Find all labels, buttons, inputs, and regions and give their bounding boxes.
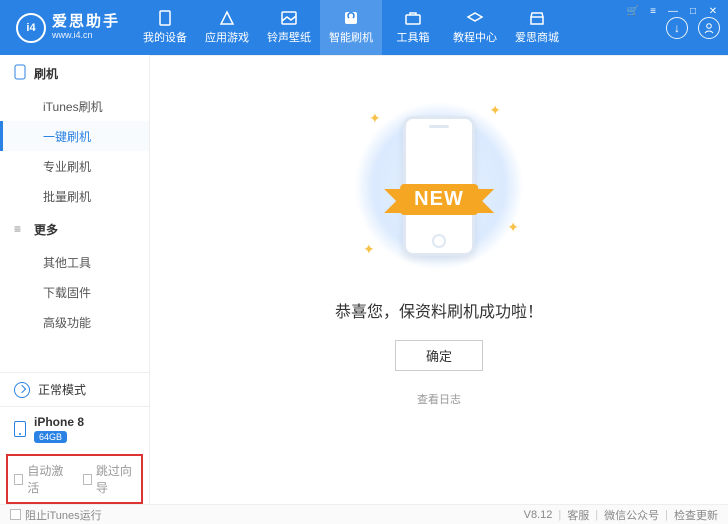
nav-label: 工具箱 [397,29,430,45]
store-icon [528,10,546,26]
sparkle-icon: ✦ [363,241,375,258]
menu-icon[interactable]: ≡ [646,4,660,18]
app-name-cn: 爱思助手 [52,14,120,31]
block-itunes-label: 阻止iTunes运行 [25,507,102,523]
nav-my-device[interactable]: 我的设备 [134,0,196,55]
phone-icon [156,10,174,26]
header-actions: ↓ [666,17,720,39]
cart-icon[interactable]: 🛒 [626,4,640,18]
logo-text: 爱思助手 www.i4.cn [52,14,120,40]
option-auto-activate[interactable]: 自动激活 [14,462,67,496]
sidebar-item-itunes[interactable]: iTunes刷机 [0,91,149,121]
top-nav: 我的设备 应用游戏 铃声壁纸 智能刷机 工具箱 教程中心 爱思商城 [134,0,568,55]
nav-smart-flash[interactable]: 智能刷机 [320,0,382,55]
window-controls: 🛒 ≡ — □ ✕ [626,4,720,18]
device-storage-badge: 64GB [34,431,67,443]
mode-label: 正常模式 [38,381,86,398]
support-link[interactable]: 客服 [567,507,589,523]
device-text: iPhone 8 64GB [34,415,84,443]
sidebar-item-oneclick[interactable]: 一键刷机 [0,121,149,151]
ok-button[interactable]: 确定 [395,340,483,371]
refresh-icon [14,382,30,398]
sidebar-item-batch[interactable]: 批量刷机 [0,181,149,211]
main-content: ✦ ✦ ✦ ✦ NEW 恭喜您，保资料刷机成功啦！ 确定 查看日志 [150,55,728,504]
sparkle-icon: ✦ [489,102,501,119]
version-label: V8.12 [524,509,553,521]
picture-icon [280,10,298,26]
briefcase-icon [404,10,422,26]
view-log-link[interactable]: 查看日志 [417,391,461,407]
nav-toolbox[interactable]: 工具箱 [382,0,444,55]
minimize-icon[interactable]: — [666,4,680,18]
nav-ringtones[interactable]: 铃声壁纸 [258,0,320,55]
nav-label: 应用游戏 [205,29,249,45]
status-bar: 阻止iTunes运行 V8.12 | 客服 | 微信公众号 | 检查更新 [0,504,728,524]
success-message: 恭喜您，保资料刷机成功啦！ [335,298,543,322]
download-icon[interactable]: ↓ [666,17,688,39]
app-url: www.i4.cn [52,31,120,41]
nav-apps-games[interactable]: 应用游戏 [196,0,258,55]
sparkle-icon: ✦ [369,110,381,127]
separator: | [558,509,561,521]
device-mode[interactable]: 正常模式 [0,372,149,406]
sidebar: 刷机 iTunes刷机 一键刷机 专业刷机 批量刷机 ≡ 更多 其他工具 下载固… [0,55,150,504]
device-icon [14,421,26,437]
separator: | [665,509,668,521]
sidebar-item-pro[interactable]: 专业刷机 [0,151,149,181]
sparkle-icon: ✦ [507,219,519,236]
nav-label: 智能刷机 [329,29,373,45]
phone-outline-icon [14,64,26,83]
status-right: V8.12 | 客服 | 微信公众号 | 检查更新 [524,507,718,523]
section-flash-label: 刷机 [34,65,58,82]
nav-tutorials[interactable]: 教程中心 [444,0,506,55]
section-more-label: 更多 [34,221,58,238]
device-name: iPhone 8 [34,415,84,429]
option-skip-guide-label: 跳过向导 [96,462,135,496]
checkbox-icon [14,474,23,485]
app-logo: i4 爱思助手 www.i4.cn [8,13,128,43]
separator: | [595,509,598,521]
nav-label: 我的设备 [143,29,187,45]
list-icon: ≡ [14,222,26,236]
app-body: 刷机 iTunes刷机 一键刷机 专业刷机 批量刷机 ≡ 更多 其他工具 下载固… [0,55,728,504]
user-icon[interactable] [698,17,720,39]
new-ribbon: NEW [400,184,478,215]
option-skip-guide[interactable]: 跳过向导 [83,462,136,496]
option-auto-activate-label: 自动激活 [27,462,66,496]
nav-label: 铃声壁纸 [267,29,311,45]
cap-icon [466,10,484,26]
section-flash: 刷机 [0,55,149,91]
check-update-link[interactable]: 检查更新 [674,507,718,523]
maximize-icon[interactable]: □ [686,4,700,18]
nav-label: 爱思商城 [515,29,559,45]
sync-icon [342,10,360,26]
checkbox-icon [10,509,21,520]
sidebar-item-firmware[interactable]: 下载固件 [0,277,149,307]
checkbox-icon [83,474,92,485]
connected-device[interactable]: iPhone 8 64GB [0,406,149,450]
nav-store[interactable]: 爱思商城 [506,0,568,55]
nav-label: 教程中心 [453,29,497,45]
success-illustration: ✦ ✦ ✦ ✦ NEW [339,96,539,276]
block-itunes-checkbox[interactable]: 阻止iTunes运行 [10,507,102,523]
section-more: ≡ 更多 [0,211,149,247]
close-icon[interactable]: ✕ [706,4,720,18]
apps-icon [218,10,236,26]
options-highlight: 自动激活 跳过向导 [6,454,143,504]
wechat-link[interactable]: 微信公众号 [604,507,659,523]
sidebar-item-advanced[interactable]: 高级功能 [0,307,149,337]
app-header: i4 爱思助手 www.i4.cn 我的设备 应用游戏 铃声壁纸 智能刷机 工具… [0,0,728,55]
sidebar-item-other[interactable]: 其他工具 [0,247,149,277]
logo-icon: i4 [16,13,46,43]
